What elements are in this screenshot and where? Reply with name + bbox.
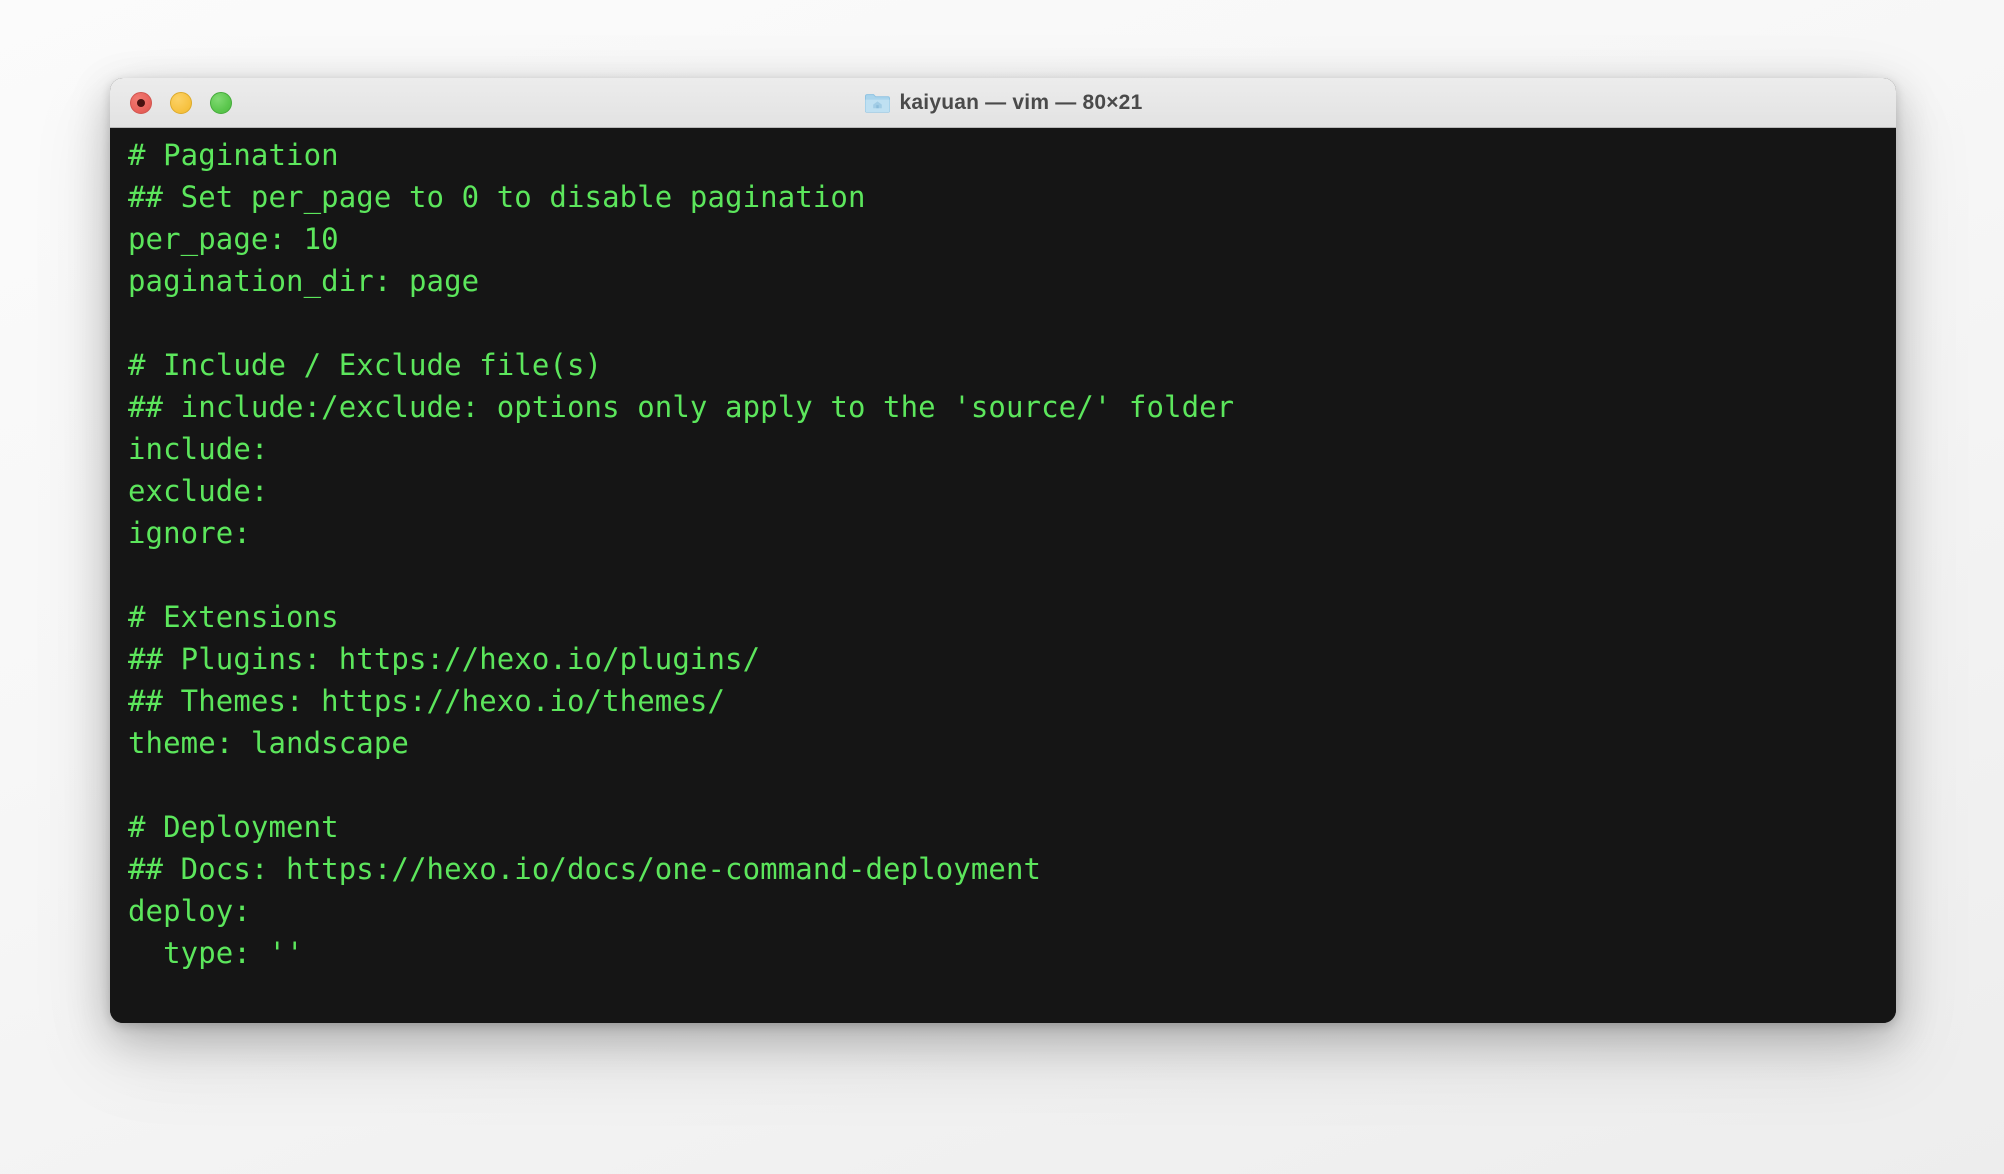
terminal-line-text: theme: landscape	[128, 726, 409, 760]
window-controls[interactable]	[130, 78, 232, 128]
terminal-line: ignore:	[128, 512, 1896, 554]
terminal-line-text: ## Plugins: https://hexo.io/plugins/	[128, 642, 761, 676]
terminal-line-text: include:	[128, 432, 269, 466]
terminal-line: # Deployment	[128, 806, 1896, 848]
close-button[interactable]	[130, 92, 152, 114]
window-titlebar[interactable]: kaiyuan — vim — 80×21	[110, 78, 1896, 128]
terminal-line: deploy:	[128, 890, 1896, 932]
desktop-background: kaiyuan — vim — 80×21 # Pagination ## Set…	[0, 0, 2004, 1174]
folder-icon	[864, 93, 890, 113]
window-title: kaiyuan — vim — 80×21	[110, 78, 1896, 128]
terminal-line: # Pagination	[128, 134, 1896, 176]
terminal-line: # Extensions	[128, 596, 1896, 638]
terminal-line-text: exclude:	[128, 474, 269, 508]
terminal-line: ## Set per_page to 0 to disable paginati…	[128, 176, 1896, 218]
window-title-text: kaiyuan — vim — 80×21	[899, 91, 1143, 114]
terminal-screen[interactable]: # Pagination ## Set per_page to 0 to disa…	[110, 134, 1896, 974]
terminal-line-text: ignore:	[128, 516, 251, 550]
terminal-line: exclude:	[128, 470, 1896, 512]
terminal-line-text: per_page: 10	[128, 222, 339, 256]
terminal-line: type: ''	[128, 932, 1896, 974]
minimize-button[interactable]	[170, 92, 192, 114]
terminal-line: # Include / Exclude file(s)	[128, 344, 1896, 386]
terminal-line: per_page: 10	[128, 218, 1896, 260]
terminal-window[interactable]: kaiyuan — vim — 80×21 # Pagination ## Set…	[110, 78, 1896, 1023]
terminal-line: ## Docs: https://hexo.io/docs/one-comman…	[128, 848, 1896, 890]
terminal-line: theme: landscape	[128, 722, 1896, 764]
terminal-line: ## include:/exclude: options only apply …	[128, 386, 1896, 428]
terminal-line-text: # Pagination	[128, 138, 339, 172]
terminal-line: pagination_dir: page	[128, 260, 1896, 302]
terminal-line: ## Plugins: https://hexo.io/plugins/	[128, 638, 1896, 680]
terminal-line-text: # Include / Exclude file(s)	[128, 348, 603, 382]
maximize-button[interactable]	[210, 92, 232, 114]
terminal-body[interactable]: # Pagination ## Set per_page to 0 to disa…	[110, 128, 1896, 1023]
terminal-line-text: ## include:/exclude: options only apply …	[128, 390, 1235, 424]
terminal-line-text: ## Docs: https://hexo.io/docs/one-comman…	[128, 852, 1042, 886]
terminal-line-text: deploy:	[128, 894, 251, 928]
terminal-line-text: type: ''	[128, 936, 304, 970]
terminal-line-text: ## Themes: https://hexo.io/themes/	[128, 684, 726, 718]
terminal-line-text: # Extensions	[128, 600, 339, 634]
terminal-line-text: ## Set per_page to 0 to disable paginati…	[128, 180, 866, 214]
terminal-line: ## Themes: https://hexo.io/themes/	[128, 680, 1896, 722]
terminal-line-text: # Deployment	[128, 810, 339, 844]
terminal-line-text: pagination_dir: page	[128, 264, 480, 298]
terminal-line: include:	[128, 428, 1896, 470]
